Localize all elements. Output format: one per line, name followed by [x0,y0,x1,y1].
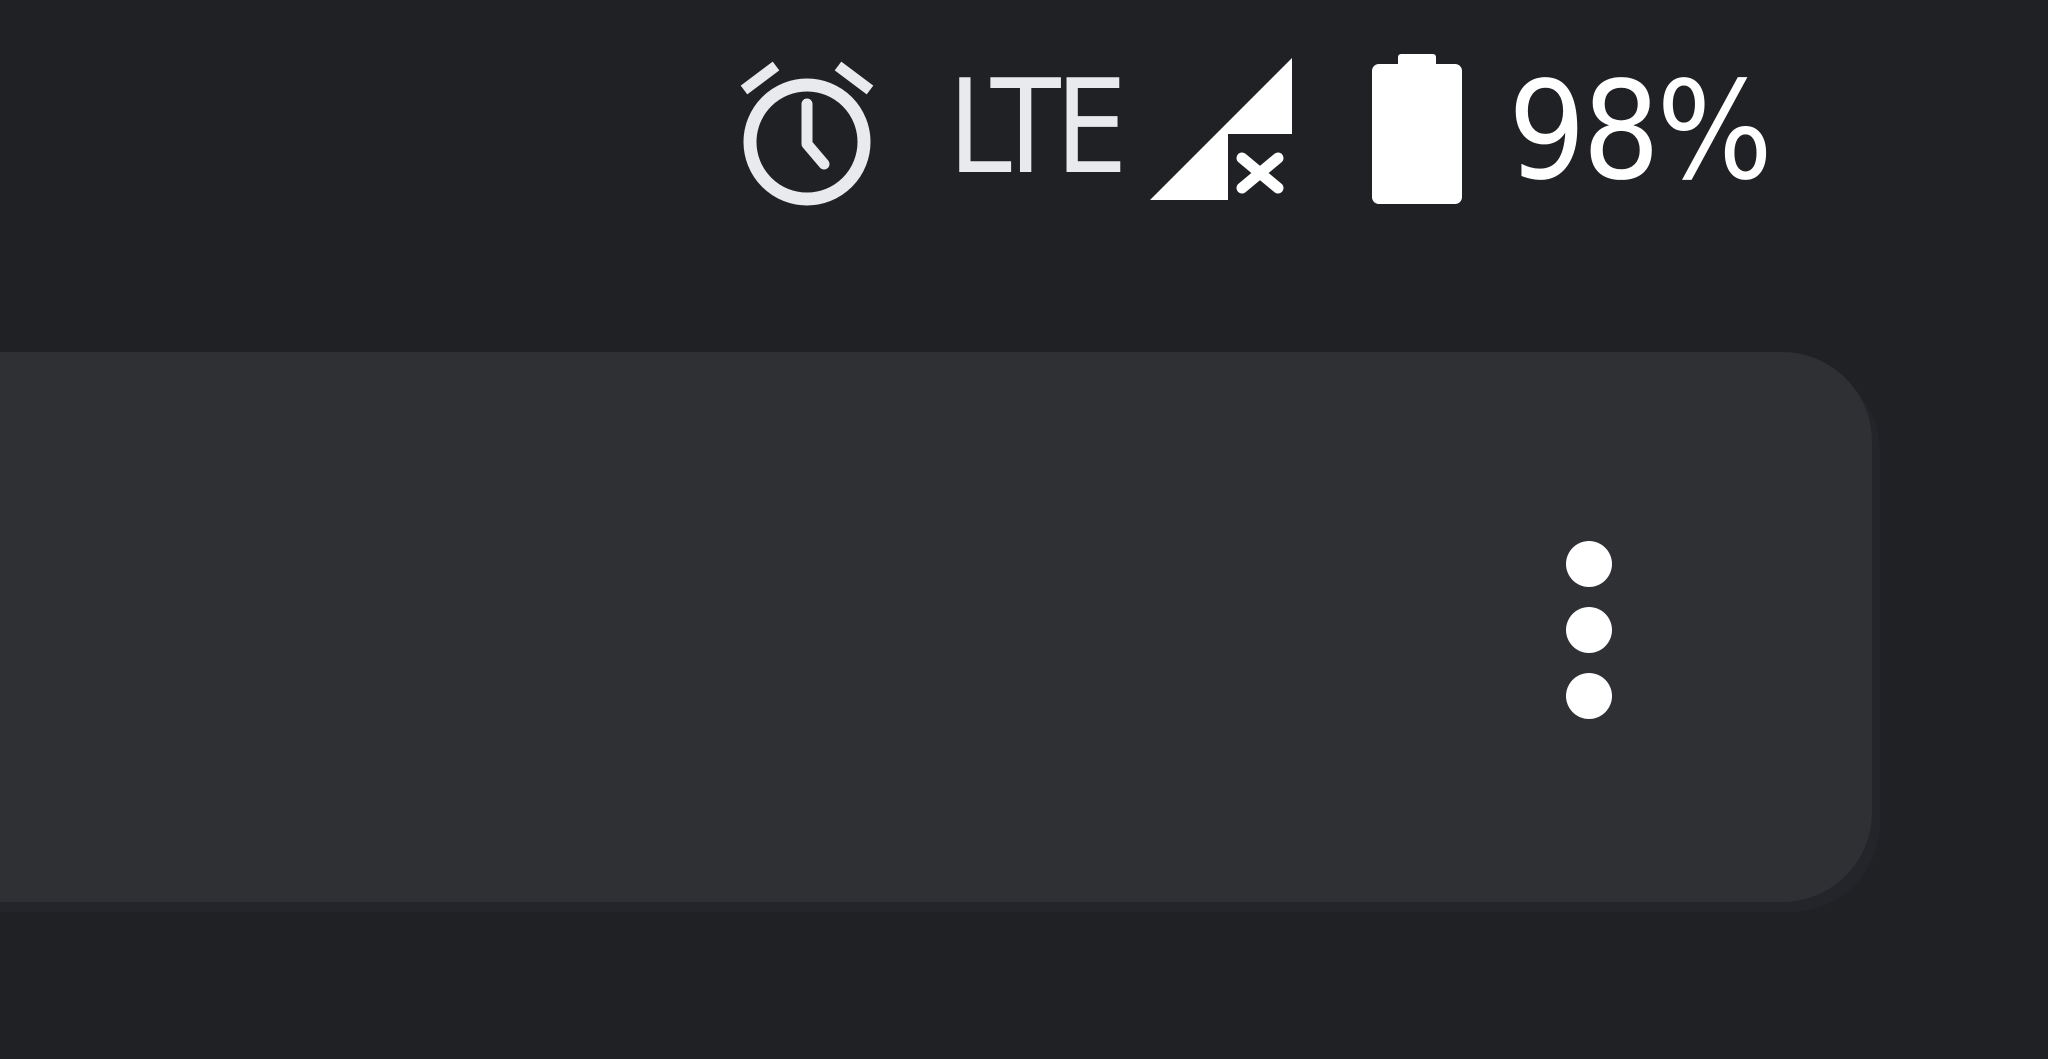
alarm-clock-icon [740,61,874,206]
more-options-button[interactable] [1546,522,1632,736]
more-vertical-icon [1566,541,1612,719]
cell-signal-no-connection-icon [1150,58,1292,200]
network-type-label: LTE [948,51,1128,203]
battery-percent-label: 98% [1508,53,1773,211]
battery-icon [1372,54,1462,204]
status-bar: LTE 98% [0,0,2048,260]
screen: LTE 98% [0,0,2048,1059]
